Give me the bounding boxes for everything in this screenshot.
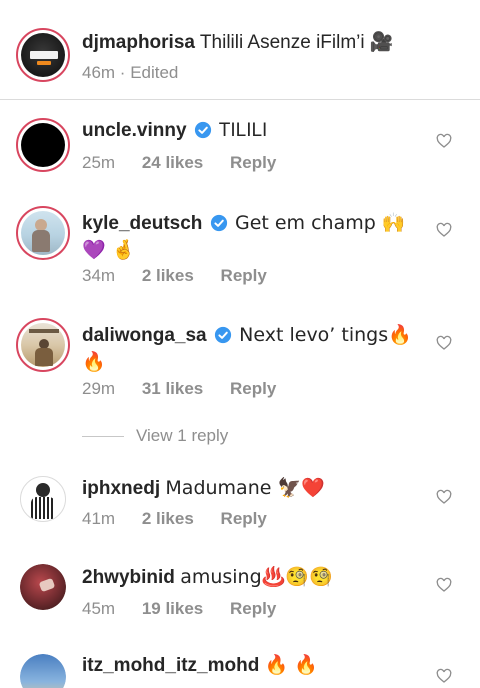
heart-outline-icon[interactable] (436, 335, 452, 351)
timestamp: 29m (82, 379, 116, 398)
edited-label: Edited (130, 63, 179, 82)
likes-count[interactable]: 24 likes (142, 153, 203, 172)
verified-badge-icon (194, 121, 211, 139)
reply-button[interactable]: Reply (221, 266, 267, 285)
comment-text: Madumane 🦅❤️ (165, 477, 325, 499)
heart-outline-icon[interactable] (436, 668, 452, 684)
comment: 2hwybinid amusing♨️🧐🧐 45m 19 likes Reply (0, 548, 480, 638)
view-replies-button[interactable]: View 1 reply (82, 426, 228, 446)
comment: itz_mohd_itz_mohd 🔥 🔥 (0, 638, 480, 688)
username[interactable]: iphxnedj (82, 478, 160, 499)
video-camera-icon: 🎥 (369, 31, 394, 53)
comment: iphxnedj Madumane 🦅❤️ 41m 2 likes Reply (0, 458, 480, 548)
username[interactable]: djmaphorisa (82, 32, 195, 53)
likes-count[interactable]: 19 likes (142, 599, 203, 618)
avatar[interactable] (20, 564, 66, 610)
caption-text: Thilili Asenze iFilm’i (199, 32, 365, 53)
likes-count[interactable]: 2 likes (142, 509, 194, 528)
view-replies-label: View 1 reply (136, 426, 229, 445)
avatar[interactable] (16, 118, 70, 172)
likes-count[interactable]: 2 likes (142, 266, 194, 285)
heart-outline-icon[interactable] (436, 577, 452, 593)
comment: daliwonga_sa Next levo’ tings🔥 🔥 29m 31 … (0, 305, 480, 420)
heart-outline-icon[interactable] (436, 133, 452, 149)
username[interactable]: daliwonga_sa (82, 325, 207, 346)
reply-button[interactable]: Reply (221, 509, 267, 528)
username[interactable]: itz_mohd_itz_mohd (82, 655, 259, 676)
timestamp: 45m (82, 599, 116, 618)
username[interactable]: 2hwybinid (82, 567, 175, 588)
avatar[interactable] (20, 476, 66, 522)
comment: uncle.vinny TILILI 25m 24 likes Reply (0, 100, 480, 190)
heart-outline-icon[interactable] (436, 489, 452, 505)
avatar[interactable] (16, 28, 70, 82)
timestamp: 41m (82, 509, 116, 528)
comment-text: amusing♨️🧐🧐 (180, 566, 333, 588)
avatar[interactable] (16, 318, 70, 372)
username[interactable]: uncle.vinny (82, 120, 187, 141)
reply-button[interactable]: Reply (230, 599, 276, 618)
comment-text: 🔥 🔥 (264, 654, 318, 676)
verified-badge-icon (214, 326, 231, 344)
heart-outline-icon[interactable] (436, 222, 452, 238)
avatar[interactable] (16, 206, 70, 260)
comment-text: TILILI (218, 120, 268, 141)
timestamp: 34m (82, 266, 116, 285)
username[interactable]: kyle_deutsch (82, 213, 202, 234)
post-caption: djmaphorisa Thilili Asenze iFilm’i 🎥 46m… (0, 0, 480, 99)
verified-badge-icon (210, 214, 227, 232)
timestamp: 46m (82, 63, 116, 82)
avatar[interactable] (20, 654, 66, 688)
reply-button[interactable]: Reply (230, 379, 276, 398)
reply-button[interactable]: Reply (230, 153, 276, 172)
likes-count[interactable]: 31 likes (142, 379, 203, 398)
comment: kyle_deutsch Get em champ 🙌 💜 🤞 34m 2 li… (0, 190, 480, 305)
timestamp: 25m (82, 153, 116, 172)
divider (82, 436, 124, 438)
